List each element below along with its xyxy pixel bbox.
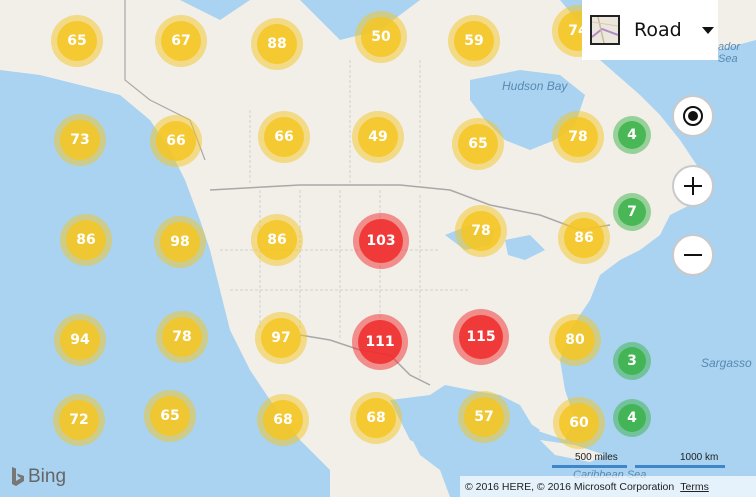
bing-wordmark: Bing (28, 466, 67, 487)
plus-icon (684, 177, 702, 195)
cluster-marker[interactable]: 67 (155, 15, 207, 67)
cluster-count: 3 (618, 347, 646, 375)
cluster-count: 94 (60, 320, 100, 360)
cluster-marker[interactable]: 60 (553, 397, 605, 449)
cluster-marker[interactable]: 80 (549, 314, 601, 366)
cluster-marker[interactable]: 115 (453, 309, 509, 365)
cluster-marker[interactable]: 59 (448, 15, 500, 67)
cluster-count: 50 (361, 17, 401, 57)
cluster-marker[interactable]: 68 (257, 394, 309, 446)
cluster-count: 86 (66, 220, 106, 260)
cluster-count: 68 (356, 398, 396, 438)
cluster-count: 7 (618, 198, 646, 226)
cluster-count: 103 (359, 219, 403, 263)
cluster-count: 97 (261, 318, 301, 358)
cluster-marker[interactable]: 78 (552, 111, 604, 163)
cluster-count: 57 (464, 397, 504, 437)
cluster-marker[interactable]: 68 (350, 392, 402, 444)
bing-logo: Bing (11, 466, 66, 488)
cluster-count: 60 (559, 403, 599, 443)
cluster-marker[interactable]: 88 (251, 18, 303, 70)
cluster-count: 80 (555, 320, 595, 360)
cluster-count: 68 (263, 400, 303, 440)
cluster-marker[interactable]: 86 (251, 214, 303, 266)
hudson-bay-label: Hudson Bay (502, 79, 568, 93)
cluster-count: 66 (264, 117, 304, 157)
cluster-count: 78 (461, 211, 501, 251)
cluster-count: 111 (358, 320, 402, 364)
cluster-count: 73 (60, 120, 100, 160)
map-style-label: Road (634, 19, 682, 41)
cluster-marker[interactable]: 86 (558, 212, 610, 264)
cluster-marker[interactable]: 78 (455, 205, 507, 257)
cluster-marker[interactable]: 50 (355, 11, 407, 63)
cluster-count: 72 (59, 400, 99, 440)
road-map-thumbnail-icon (590, 15, 620, 45)
cluster-marker[interactable]: 57 (458, 391, 510, 443)
scale-miles-label: 500 miles (575, 452, 618, 463)
cluster-marker[interactable]: 86 (60, 214, 112, 266)
scale-km-label: 1000 km (680, 452, 719, 463)
cluster-count: 67 (161, 21, 201, 61)
cluster-count: 78 (162, 317, 202, 357)
cluster-marker[interactable]: 73 (54, 114, 106, 166)
copyright-bar: © 2016 HERE, © 2016 Microsoft Corporatio… (460, 476, 756, 497)
minus-icon (684, 254, 702, 256)
cluster-marker[interactable]: 65 (452, 118, 504, 170)
cluster-count: 66 (156, 121, 196, 161)
copyright-text: © 2016 HERE, © 2016 Microsoft Corporatio… (465, 480, 675, 493)
cluster-marker[interactable]: 103 (353, 213, 409, 269)
map-canvas[interactable]: Hudson Bay ador Sea Sargasso Caribbean S… (0, 0, 756, 497)
cluster-marker[interactable]: 66 (150, 115, 202, 167)
terms-link[interactable]: Terms (680, 481, 709, 493)
scale-bar: 500 miles 1000 km (545, 452, 735, 472)
zoom-out-button[interactable] (672, 234, 714, 276)
chevron-down-icon (701, 26, 714, 34)
cluster-marker[interactable]: 78 (156, 311, 208, 363)
locate-me-button[interactable] (672, 95, 714, 137)
cluster-count: 88 (257, 24, 297, 64)
cluster-count: 98 (160, 222, 200, 262)
cluster-marker[interactable]: 66 (258, 111, 310, 163)
scale-miles-bar (552, 465, 627, 468)
cluster-count: 59 (454, 21, 494, 61)
cluster-marker[interactable]: 49 (352, 111, 404, 163)
cluster-count: 86 (257, 220, 297, 260)
cluster-marker[interactable]: 65 (51, 15, 103, 67)
cluster-marker[interactable]: 97 (255, 312, 307, 364)
cluster-count: 86 (564, 218, 604, 258)
sargasso-sea-label: Sargasso (701, 356, 752, 370)
cluster-count: 65 (150, 396, 190, 436)
cluster-marker[interactable]: 7 (613, 193, 651, 231)
cluster-marker[interactable]: 4 (613, 399, 651, 437)
cluster-marker[interactable]: 72 (53, 394, 105, 446)
map-style-picker[interactable]: Road (582, 0, 718, 60)
cluster-marker[interactable]: 94 (54, 314, 106, 366)
bing-b-icon (12, 467, 24, 486)
cluster-count: 65 (458, 124, 498, 164)
labrador-sea-label: ador Sea (718, 41, 741, 65)
cluster-count: 4 (618, 121, 646, 149)
cluster-marker[interactable]: 98 (154, 216, 206, 268)
cluster-count: 4 (618, 404, 646, 432)
cluster-marker[interactable]: 111 (352, 314, 408, 370)
cluster-marker[interactable]: 65 (144, 390, 196, 442)
cluster-count: 115 (459, 315, 503, 359)
scale-km-bar (635, 465, 725, 468)
cluster-marker[interactable]: 4 (613, 116, 651, 154)
cluster-marker[interactable]: 3 (613, 342, 651, 380)
cluster-count: 78 (558, 117, 598, 157)
zoom-in-button[interactable] (672, 165, 714, 207)
cluster-count: 65 (57, 21, 97, 61)
cluster-count: 49 (358, 117, 398, 157)
target-icon (683, 106, 703, 126)
